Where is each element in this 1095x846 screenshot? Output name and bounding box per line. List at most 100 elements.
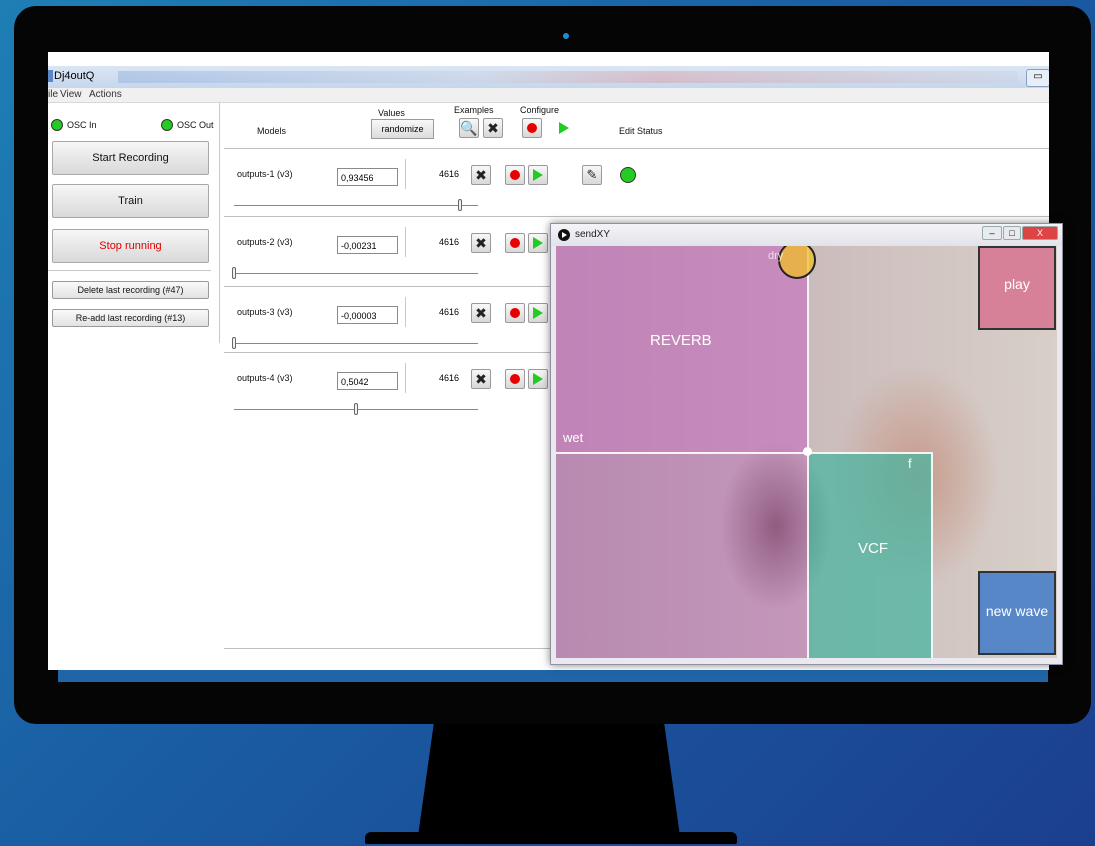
- model-name: outputs-3 (v3): [237, 307, 293, 317]
- minimize-button[interactable]: ▭: [1026, 69, 1049, 87]
- edit-status-header: Edit Status: [619, 126, 663, 136]
- osc-in-led-icon: [51, 119, 63, 131]
- osc-out-indicator: OSC Out: [161, 119, 214, 131]
- app-icon: [48, 70, 53, 82]
- model-record-button[interactable]: [505, 165, 525, 185]
- model-example-count: 4616: [439, 373, 460, 383]
- reverb-region: [556, 246, 808, 452]
- model-name: outputs-2 (v3): [237, 237, 293, 247]
- play-icon: [533, 237, 543, 249]
- xy-cursor[interactable]: [778, 246, 816, 279]
- model-slider-track: [234, 205, 478, 206]
- vcf-label: VCF: [858, 540, 888, 557]
- record-icon: [510, 170, 520, 180]
- sendxy-close-button[interactable]: X: [1022, 226, 1058, 240]
- sendxy-titlebar: sendXY – □ X: [551, 224, 1062, 246]
- model-slider-thumb[interactable]: [354, 403, 358, 415]
- record-icon: [510, 308, 520, 318]
- model-slider-thumb[interactable]: [458, 199, 462, 211]
- model-delete-button[interactable]: ✖: [471, 233, 491, 253]
- cursor-label: dry: [768, 250, 784, 262]
- row-divider: [405, 227, 406, 257]
- menu-file[interactable]: ile: [48, 89, 58, 100]
- model-slider-thumb[interactable]: [232, 267, 236, 279]
- start-recording-button[interactable]: Start Recording: [52, 141, 209, 175]
- model-example-count: 4616: [439, 307, 460, 317]
- monitor-stand: [418, 724, 680, 836]
- x-icon: ✖: [475, 166, 487, 183]
- model-name: outputs-1 (v3): [237, 169, 293, 179]
- model-run-button[interactable]: [528, 369, 548, 389]
- x-icon: ✖: [475, 304, 487, 321]
- vcf-right-edge: [931, 452, 933, 658]
- model-record-button[interactable]: [505, 303, 525, 323]
- model-delete-button[interactable]: ✖: [471, 165, 491, 185]
- examples-header: Examples: [454, 105, 494, 115]
- delete-last-recording-button[interactable]: Delete last recording (#47): [52, 281, 209, 299]
- randomize-button[interactable]: randomize: [371, 119, 434, 139]
- examples-delete-button[interactable]: ✖: [483, 118, 503, 138]
- model-value-field[interactable]: -0,00231: [337, 236, 398, 254]
- play-button[interactable]: play: [978, 246, 1056, 330]
- model-record-button[interactable]: [505, 233, 525, 253]
- model-run-button[interactable]: [528, 303, 548, 323]
- record-icon: [510, 238, 520, 248]
- menu-actions[interactable]: Actions: [89, 89, 122, 100]
- f-label: f: [908, 456, 912, 471]
- row-divider: [405, 297, 406, 327]
- app-titlebar: Dj4outQ ▭: [48, 66, 1049, 88]
- row-divider: [405, 159, 406, 189]
- new-wave-button[interactable]: new wave: [978, 571, 1056, 655]
- model-slider-track: [234, 273, 478, 274]
- stop-running-button[interactable]: Stop running: [52, 229, 209, 263]
- readd-last-recording-button[interactable]: Re-add last recording (#13): [52, 309, 209, 327]
- reverb-label: REVERB: [650, 332, 712, 349]
- sendxy-maximize-button[interactable]: □: [1003, 226, 1021, 240]
- left-divider: [48, 270, 211, 271]
- model-slider-track: [234, 343, 478, 344]
- app-title: Dj4outQ: [54, 70, 95, 82]
- model-run-button[interactable]: [528, 233, 548, 253]
- osc-out-label: OSC Out: [177, 120, 214, 130]
- examples-view-button[interactable]: 🔍: [459, 118, 479, 138]
- row-divider: [405, 363, 406, 393]
- pencil-icon: ✎: [586, 167, 598, 182]
- model-delete-button[interactable]: ✖: [471, 303, 491, 323]
- configure-header: Configure: [520, 105, 560, 115]
- monitor-base: [365, 832, 737, 844]
- model-record-button[interactable]: [505, 369, 525, 389]
- screen-edge: [58, 670, 1048, 682]
- menubar: ile View Actions: [48, 88, 1049, 103]
- xy-pad[interactable]: REVERB wet VCF f play new wave dry: [556, 246, 1057, 658]
- play-icon: [559, 122, 569, 134]
- model-name: outputs-4 (v3): [237, 373, 293, 383]
- model-edit-button[interactable]: ✎: [582, 165, 602, 185]
- model-row: outputs-1 (v3) 0,93456 4616 ✖ ✎: [224, 148, 1049, 211]
- x-icon: ✖: [475, 234, 487, 251]
- values-header: Values: [378, 108, 405, 118]
- model-value-field[interactable]: -0,00003: [337, 306, 398, 324]
- model-value-field[interactable]: 0,93456: [337, 168, 398, 186]
- sendxy-minimize-button[interactable]: –: [982, 226, 1002, 240]
- model-example-count: 4616: [439, 237, 460, 247]
- x-icon: ✖: [475, 370, 487, 387]
- osc-out-led-icon: [161, 119, 173, 131]
- record-all-button[interactable]: [522, 118, 542, 138]
- model-value-field[interactable]: 0,5042: [337, 372, 398, 390]
- processing-icon: [558, 229, 570, 241]
- play-icon: [533, 307, 543, 319]
- menu-view[interactable]: View: [60, 89, 82, 100]
- sendxy-title: sendXY: [575, 229, 611, 240]
- osc-in-indicator: OSC In: [51, 119, 97, 131]
- train-button[interactable]: Train: [52, 184, 209, 218]
- run-all-button[interactable]: [554, 118, 574, 138]
- record-icon: [510, 374, 520, 384]
- model-run-button[interactable]: [528, 165, 548, 185]
- wet-label: wet: [563, 430, 584, 445]
- x-icon: ✖: [487, 119, 499, 136]
- models-header: Models: [257, 126, 287, 136]
- model-slider-thumb[interactable]: [232, 337, 236, 349]
- osc-in-label: OSC In: [67, 120, 97, 130]
- model-delete-button[interactable]: ✖: [471, 369, 491, 389]
- record-icon: [527, 123, 537, 133]
